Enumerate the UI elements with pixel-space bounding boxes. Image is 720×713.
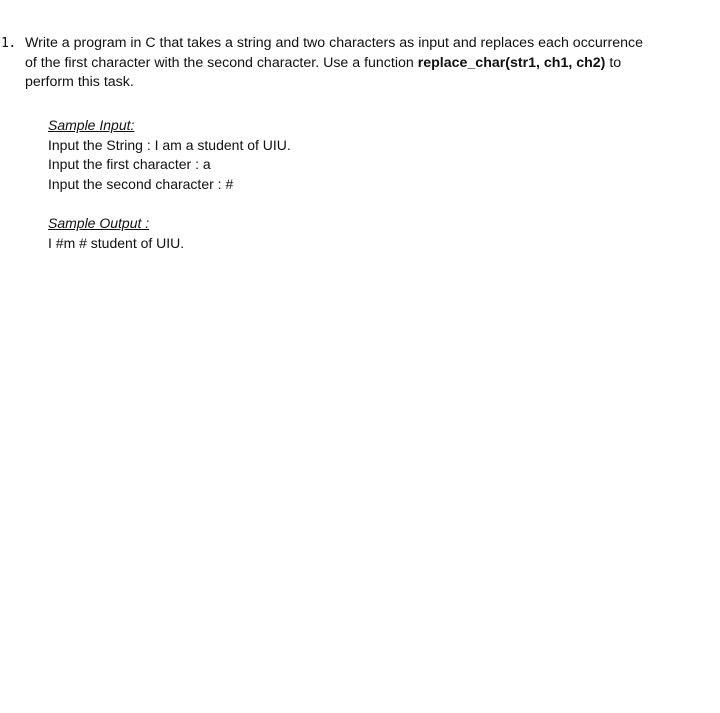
question-1: 1. Write a program in C that takes a str… [0, 34, 700, 93]
sample-input-heading: Sample Input: [48, 117, 135, 133]
question-text: Write a program in C that takes a string… [25, 34, 700, 93]
sample-input-line: Input the String : I am a student of UIU… [48, 136, 291, 153]
sample-output-line: I #m # student of UIU. [48, 234, 185, 251]
sample-output-section: Sample Output : I #m # student of UIU. [48, 214, 184, 253]
question-line-1: Write a program in C that takes a string… [25, 35, 643, 51]
sample-input-line: Input the second character : # [48, 175, 234, 192]
question-line-2-end: to [605, 54, 622, 71]
question-line-3: perform this task. [25, 74, 134, 90]
function-signature: replace_char(str1, ch1, ch2) [417, 54, 606, 71]
sample-input-section: Sample Input: Input the String : I am a … [48, 116, 291, 194]
sample-input-line: Input the first character : a [48, 156, 211, 172]
problem-statement: 1. Write a program in C that takes a str… [0, 34, 700, 93]
sample-output-heading: Sample Output : [48, 215, 150, 231]
question-number: 1. [1, 36, 16, 51]
question-line-2: of the first character with the second c… [25, 54, 418, 71]
